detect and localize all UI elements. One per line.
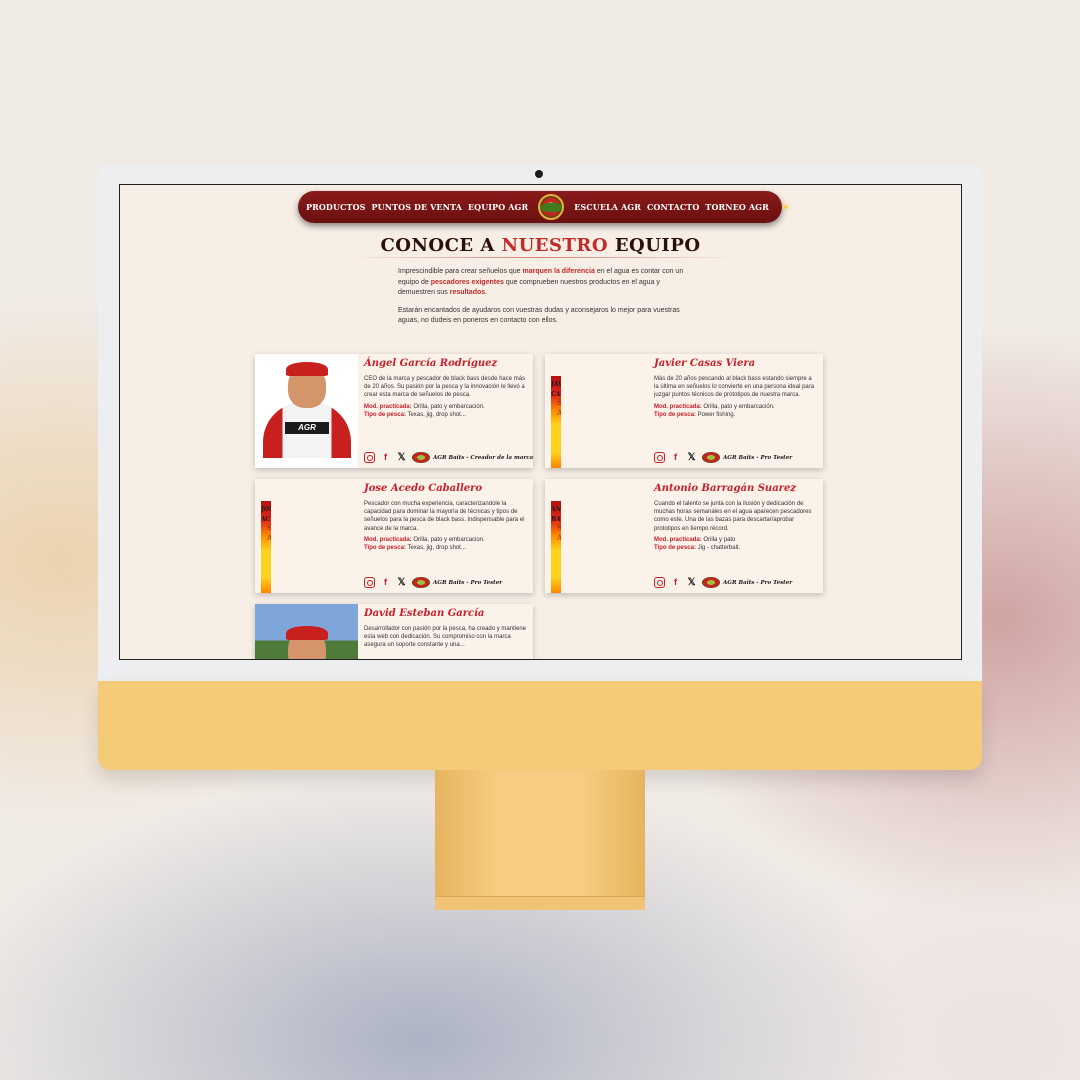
nav-productos[interactable]: PRODUCTOS [306, 202, 366, 212]
agr-logo-icon [412, 577, 430, 588]
person-cap [286, 626, 328, 640]
intro-paragraph-2: Estarán encantados de ayudaros con vuest… [398, 306, 680, 325]
team-card: AGR Ángel García Rodríguez CEO de la mar… [255, 354, 533, 468]
member-info: Jose Acedo Caballero Pescador con mucha … [364, 483, 528, 553]
member-tipo: Tipo de pesca: Texas, jig, drop shot... [364, 545, 466, 552]
member-info: Javier Casas Viera Más de 20 años pescan… [654, 358, 818, 419]
facebook-icon[interactable]: f [380, 452, 391, 463]
agr-logo-icon [412, 452, 430, 463]
member-socials: f 𝕏 AGR Baits - Pro Tester [364, 577, 502, 588]
main-nav: PRODUCTOS PUNTOS DE VENTA EQUIPO AGR ESC… [298, 191, 791, 223]
member-socials: f 𝕏 AGR Baits - Pro Tester [654, 577, 792, 588]
intro-paragraph-1: Imprescindible para crear señuelos que m… [398, 268, 684, 296]
member-role: AGR Baits - Pro Tester [723, 579, 793, 586]
agr-logo-icon[interactable] [538, 194, 565, 220]
member-photo: JAVIER CASASSTAFF AGRAGR [551, 376, 561, 468]
member-info: David Esteban García Desarrollador con p… [364, 608, 528, 653]
sun-icon[interactable]: ☀ [781, 201, 791, 214]
nav-escuela-agr[interactable]: ESCUELA AGR [574, 202, 641, 212]
member-tipo: Tipo de pesca: Power fishing. [654, 412, 736, 419]
member-name: Javier Casas Viera [654, 358, 756, 369]
member-role: AGR Baits - Pro Tester [723, 454, 793, 461]
member-name: Jose Acedo Caballero [364, 483, 483, 494]
photo-caption: ANTONIO BARRAGAN [551, 506, 561, 523]
member-mod: Mod. practicada: Orilla y pato [654, 536, 736, 543]
instagram-icon[interactable] [654, 452, 665, 463]
team-card: JOSE ACEDOSTAFF AGRAGR Jose Acedo Caball… [255, 479, 533, 593]
member-info: Antonio Barragán Suarez Cuando el talent… [654, 483, 818, 553]
member-description: Cuando el talento se junta con la ilusió… [654, 501, 812, 532]
member-photo [255, 604, 358, 659]
member-socials: f 𝕏 AGR Baits - Pro Tester [654, 452, 792, 463]
member-info: Ángel García Rodríguez CEO de la marca y… [364, 358, 528, 419]
member-role: AGR Baits - Creador de la marca [433, 454, 533, 461]
photo-caption: JOSE ACEDO [261, 506, 271, 523]
x-icon[interactable]: 𝕏 [686, 577, 697, 588]
person-body [269, 573, 271, 593]
member-tipo: Tipo de pesca: Texas, jig, drop shot... [364, 412, 466, 419]
staff-watermark: STAFF AGR [557, 523, 561, 543]
facebook-icon[interactable]: f [380, 577, 391, 588]
member-mod: Mod. practicada: Orilla, pato y embarcac… [654, 403, 775, 410]
member-name: Antonio Barragán Suarez [654, 483, 796, 494]
instagram-icon[interactable] [654, 577, 665, 588]
person-body [559, 448, 561, 468]
title-divider [346, 257, 736, 258]
member-photo: JOSE ACEDOSTAFF AGRAGR [261, 501, 271, 593]
person-cap [286, 362, 328, 376]
member-mod: Mod. practicada: Orilla, pato y embarcac… [364, 536, 485, 543]
x-icon[interactable]: 𝕏 [396, 577, 407, 588]
team-card: JAVIER CASASSTAFF AGRAGR Javier Casas Vi… [545, 354, 823, 468]
member-description: Más de 20 años pescando al black bass es… [654, 376, 815, 399]
member-name: Ángel García Rodríguez [364, 358, 498, 369]
monitor-stand [435, 770, 645, 910]
agr-logo-icon [702, 577, 720, 588]
nav-puntos-de-venta[interactable]: PUNTOS DE VENTA [372, 202, 462, 212]
shirt-logo: AGR [285, 422, 329, 434]
member-socials: f 𝕏 AGR Baits - Creador de la marca [364, 452, 533, 463]
agr-logo-icon [702, 452, 720, 463]
facebook-icon[interactable]: f [670, 577, 681, 588]
nav-torneo-agr[interactable]: TORNEO AGR [705, 202, 768, 212]
monitor-stand-foot [435, 896, 645, 910]
staff-watermark: STAFF AGR [267, 523, 271, 543]
team-card: ANTONIO BARRAGANSTAFF AGRAGR Antonio Bar… [545, 479, 823, 593]
page-title: CONOCE A NUESTRO EQUIPO [380, 235, 701, 256]
photo-caption: JAVIER CASAS [551, 381, 561, 398]
x-icon[interactable]: 𝕏 [396, 452, 407, 463]
member-description: Pescador con mucha experiencia, caracter… [364, 501, 525, 532]
website-screen: PRODUCTOS PUNTOS DE VENTA EQUIPO AGR ESC… [119, 184, 962, 660]
member-role: AGR Baits - Pro Tester [433, 579, 503, 586]
team-card: David Esteban García Desarrollador con p… [255, 604, 533, 659]
member-name: David Esteban García [364, 608, 485, 619]
staff-watermark: STAFF AGR [557, 398, 561, 418]
monitor-bezel: PRODUCTOS PUNTOS DE VENTA EQUIPO AGR ESC… [98, 164, 982, 681]
instagram-icon[interactable] [364, 577, 375, 588]
nav-contacto[interactable]: CONTACTO [647, 202, 699, 212]
member-photo: AGR [255, 354, 358, 468]
member-description: CEO de la marca y pescador de black bass… [364, 376, 526, 399]
nav-equipo-agr[interactable]: EQUIPO AGR [468, 202, 528, 212]
member-tipo: Tipo de pesca: Jig - chatterbait. [654, 545, 741, 552]
member-mod: Mod. practicada: Orilla, pato y embarcac… [364, 403, 485, 410]
instagram-icon[interactable] [364, 452, 375, 463]
x-icon[interactable]: 𝕏 [686, 452, 697, 463]
intro-text: Imprescindible para crear señuelos que m… [398, 267, 688, 334]
member-photo: ANTONIO BARRAGANSTAFF AGRAGR [551, 501, 561, 593]
monitor-chin [98, 681, 982, 770]
facebook-icon[interactable]: f [670, 452, 681, 463]
person-body [559, 573, 561, 593]
member-description: Desarrollador con pasión por la pesca, h… [364, 626, 527, 649]
camera-icon [535, 170, 543, 178]
